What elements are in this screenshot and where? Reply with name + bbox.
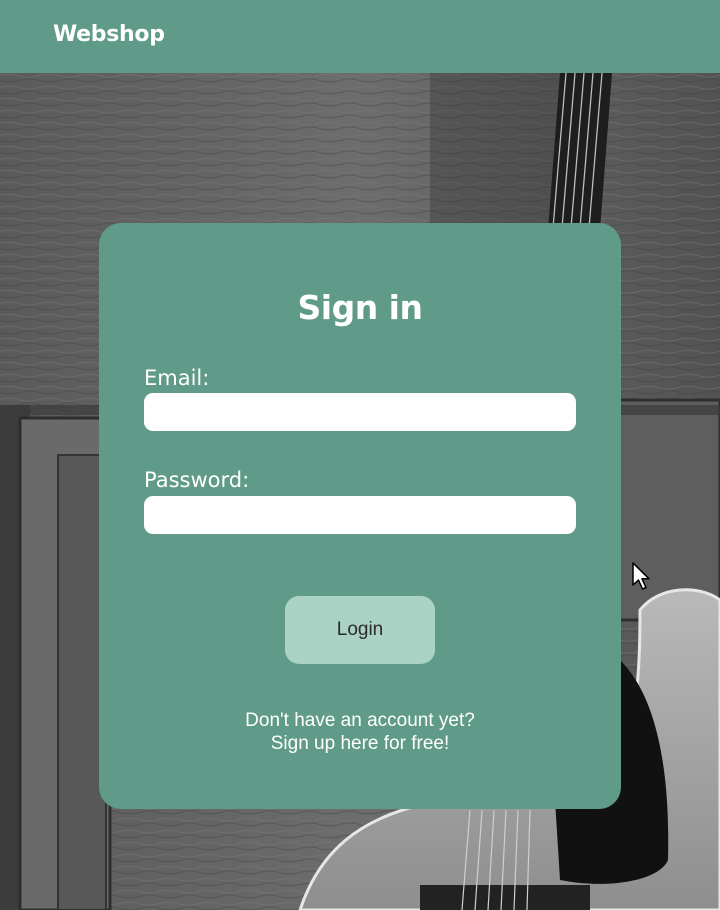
page: Webshop Sign in Email: Password: Login D… — [0, 0, 720, 910]
top-navigation-bar: Webshop — [0, 0, 720, 73]
email-field[interactable] — [144, 393, 576, 431]
signup-prompt: Don't have an account yet? Sign up here … — [99, 709, 621, 755]
password-label: Password: — [144, 468, 250, 492]
page-title: Sign in — [297, 288, 424, 327]
no-account-text: Don't have an account yet? — [245, 710, 475, 731]
email-label: Email: — [144, 366, 210, 390]
password-field[interactable] — [144, 496, 576, 534]
signup-link[interactable]: Sign up here for free! — [271, 733, 450, 754]
brand-logo-link[interactable]: Webshop — [53, 22, 165, 47]
login-button[interactable]: Login — [285, 596, 435, 664]
mouse-pointer-icon — [632, 562, 650, 590]
